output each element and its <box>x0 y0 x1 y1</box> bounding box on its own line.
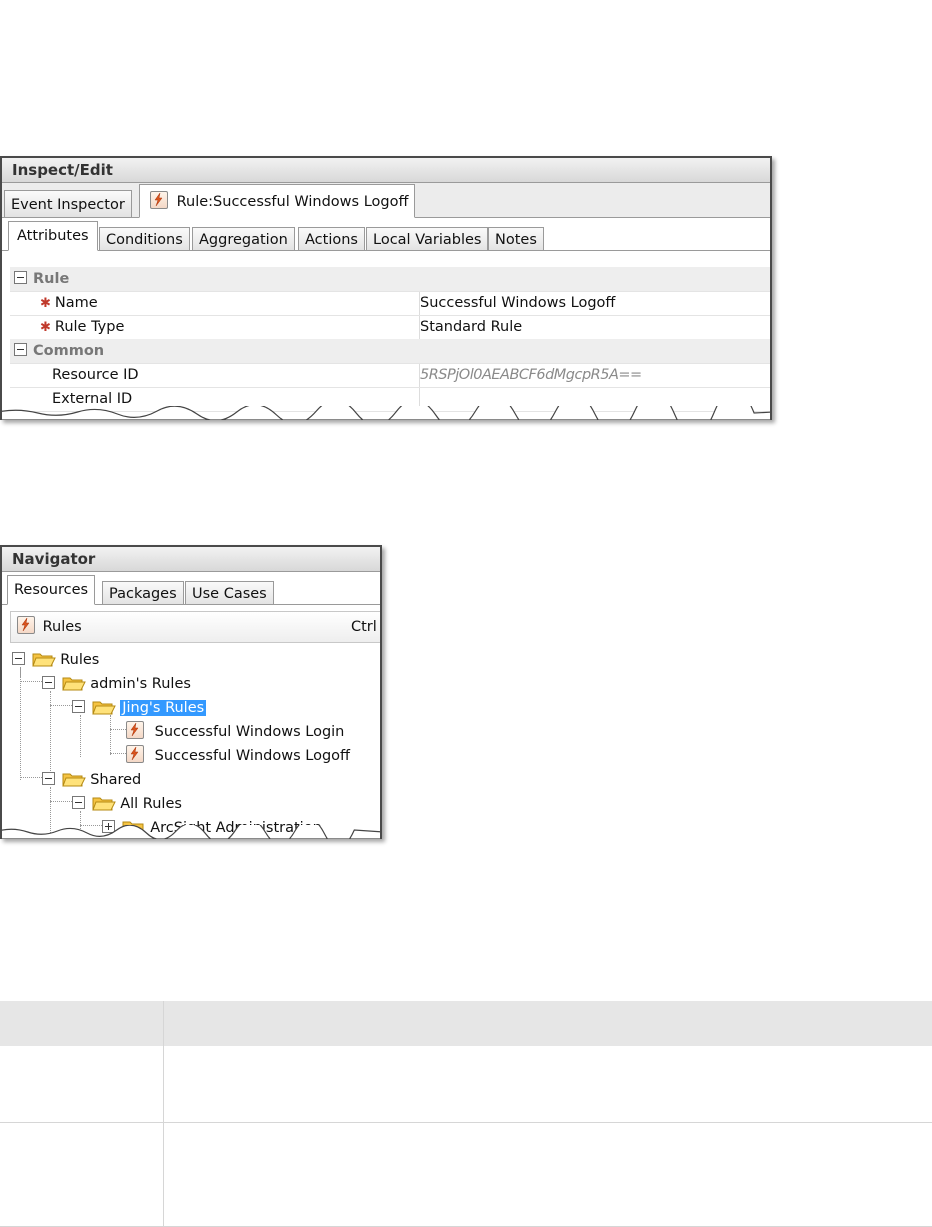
rule-icon <box>126 745 144 763</box>
row-resource-id[interactable]: Resource ID 5RSPjOl0AEABCF6dMgcpR5A== <box>10 363 770 388</box>
tree-node-logoff-label: Successful Windows Logoff <box>154 748 351 764</box>
tree-node-shared-label: Shared <box>90 772 142 788</box>
tree-node-admins-rules-label: admin's Rules <box>90 676 191 692</box>
resource-tree: Rules admin's Rules Jing's Rules Success… <box>2 647 380 839</box>
rule-icon <box>150 191 168 209</box>
resource-id-value: 5RSPjOl0AEABCF6dMgcpR5A== <box>420 367 642 383</box>
navigator-panel: Navigator Resources Packages Use Cases R… <box>0 545 382 839</box>
tree-node-successful-windows-logoff[interactable]: Successful Windows Logoff <box>126 745 350 767</box>
tab-event-inspector[interactable]: Event Inspector <box>4 190 132 218</box>
tab-use-cases[interactable]: Use Cases <box>185 581 274 605</box>
section-common-label: Common <box>33 343 105 359</box>
tab-actions[interactable]: Actions <box>298 227 365 251</box>
folder-open-icon <box>61 675 86 698</box>
tab-attributes[interactable]: Attributes <box>8 221 98 251</box>
doc-table-row <box>0 1046 932 1123</box>
tab-actions-label: Actions <box>305 232 358 248</box>
document-tab-row: Event Inspector Rule:Successful Windows … <box>2 183 770 218</box>
resource-type-label: Rules <box>42 619 82 635</box>
folder-open-icon <box>91 795 116 818</box>
section-rule[interactable]: Rule <box>10 267 770 292</box>
tree-node-rules-label: Rules <box>60 652 100 668</box>
tab-use-cases-label: Use Cases <box>192 586 267 602</box>
tab-attributes-label: Attributes <box>17 228 89 244</box>
tab-aggregation-label: Aggregation <box>199 232 288 248</box>
tree-node-rules[interactable]: Rules <box>12 649 99 671</box>
rule-type-label: Rule Type <box>54 319 125 335</box>
tab-rule-successful-windows-logoff[interactable]: Rule:Successful Windows Logoff <box>139 184 416 218</box>
tab-conditions-label: Conditions <box>106 232 183 248</box>
torn-edge <box>2 406 770 420</box>
collapse-icon[interactable] <box>42 676 55 689</box>
tree-node-jings-rules-label: Jing's Rules <box>120 700 207 716</box>
navigator-title: Navigator <box>2 547 380 572</box>
rule-type-value[interactable]: Standard Rule <box>420 315 522 339</box>
doc-table-header <box>0 1001 932 1046</box>
tree-node-admins-rules[interactable]: admin's Rules <box>42 673 191 695</box>
collapse-icon[interactable] <box>72 700 85 713</box>
required-asterisk-icon: ✱ <box>40 296 51 311</box>
collapse-icon[interactable] <box>14 343 27 356</box>
tab-event-inspector-label: Event Inspector <box>11 197 125 213</box>
tab-local-variables[interactable]: Local Variables <box>366 227 489 251</box>
name-value[interactable]: Successful Windows Logoff <box>420 291 615 315</box>
inspect-edit-panel: Inspect/Edit Event Inspector Rule:Succes… <box>0 156 772 420</box>
inspect-edit-title: Inspect/Edit <box>2 158 770 183</box>
doc-table-column-divider <box>163 1001 164 1227</box>
tab-packages[interactable]: Packages <box>102 581 184 605</box>
rule-icon <box>17 616 35 634</box>
navigator-tab-row: Resources Packages Use Cases <box>2 572 380 605</box>
resource-type-selector[interactable]: Rules Ctrl <box>10 611 380 643</box>
attribute-tab-row: Attributes Conditions Aggregation Action… <box>2 218 770 251</box>
shortcut-hint: Ctrl <box>351 619 377 635</box>
tree-node-shared[interactable]: Shared <box>42 769 141 791</box>
folder-open-icon <box>91 699 116 722</box>
name-label: Name <box>54 295 98 311</box>
tab-resources[interactable]: Resources <box>7 575 96 605</box>
tab-notes-label: Notes <box>495 232 537 248</box>
tab-resources-label: Resources <box>14 582 89 598</box>
folder-open-icon <box>31 651 56 674</box>
resource-id-label: Resource ID <box>52 367 139 383</box>
collapse-icon[interactable] <box>12 652 25 665</box>
collapse-icon[interactable] <box>72 796 85 809</box>
doc-table-row <box>0 1123 932 1227</box>
tab-local-variables-label: Local Variables <box>373 232 482 248</box>
attribute-grid: Rule ✱ Name Successful Windows Logoff ✱ Ru… <box>2 267 770 420</box>
tree-node-all-rules[interactable]: All Rules <box>72 793 182 815</box>
section-common[interactable]: Common <box>10 339 770 364</box>
section-rule-label: Rule <box>33 271 70 287</box>
tree-node-all-rules-label: All Rules <box>120 796 182 812</box>
collapse-icon[interactable] <box>42 772 55 785</box>
tab-packages-label: Packages <box>109 586 177 602</box>
tree-node-successful-windows-login[interactable]: Successful Windows Login <box>126 721 344 743</box>
tree-node-login-label: Successful Windows Login <box>154 724 345 740</box>
tab-notes[interactable]: Notes <box>488 227 544 251</box>
row-rule-type[interactable]: ✱ Rule Type Standard Rule <box>10 315 770 340</box>
tab-aggregation[interactable]: Aggregation <box>192 227 295 251</box>
torn-edge <box>2 825 380 839</box>
tree-node-jings-rules[interactable]: Jing's Rules <box>72 697 207 722</box>
tab-rule-label: Rule:Successful Windows Logoff <box>176 194 409 210</box>
row-name[interactable]: ✱ Name Successful Windows Logoff <box>10 291 770 316</box>
required-asterisk-icon: ✱ <box>40 320 51 335</box>
folder-open-icon <box>61 771 86 794</box>
external-id-label: External ID <box>52 391 133 407</box>
collapse-icon[interactable] <box>14 271 27 284</box>
rule-icon <box>126 721 144 739</box>
tab-conditions[interactable]: Conditions <box>99 227 190 251</box>
